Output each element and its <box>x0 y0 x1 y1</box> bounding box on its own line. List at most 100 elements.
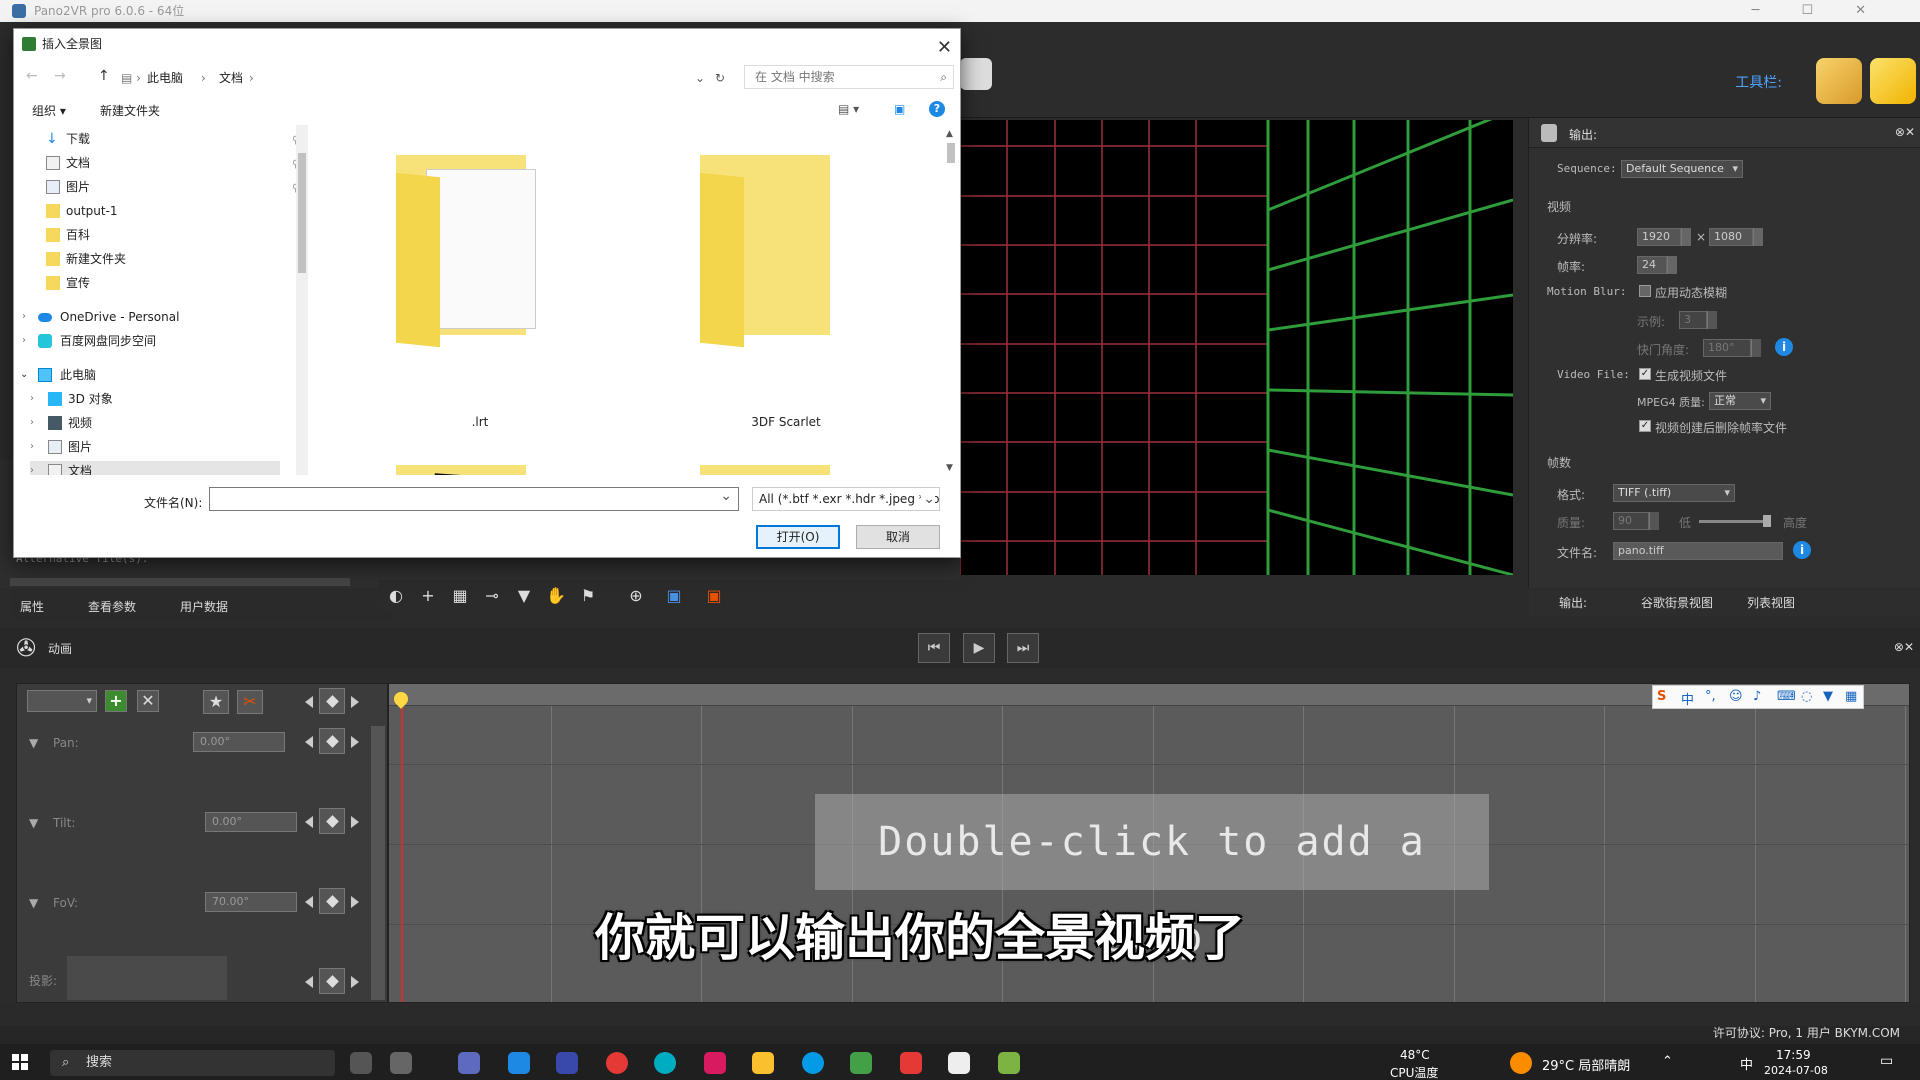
nav-item-documents[interactable]: 文档 ⚲ <box>46 153 299 173</box>
tab-output[interactable]: 输出: <box>1559 594 1587 611</box>
scroll-up-icon[interactable]: ▲ <box>946 129 953 139</box>
nav-item-output-1[interactable]: output-1 <box>46 201 286 221</box>
star-button[interactable]: ★ <box>203 690 229 714</box>
qq-browser-icon[interactable] <box>802 1052 824 1074</box>
clock-date[interactable]: 2024-07-08 <box>1764 1064 1828 1077</box>
add-clip-button[interactable]: + <box>105 690 127 712</box>
prev-keyframe-icon[interactable] <box>305 696 313 708</box>
breadcrumb-dropdown-icon[interactable]: ⌄ <box>695 66 705 90</box>
punct-icon[interactable]: °, <box>1705 689 1716 704</box>
fov-next-icon[interactable] <box>351 896 359 908</box>
view-options-icon[interactable]: ▤ ▾ <box>838 102 859 116</box>
toolbox-icon[interactable]: ▦ <box>1845 689 1857 704</box>
delete-frames-checkbox[interactable]: ✓ <box>1639 420 1651 432</box>
notification-icon[interactable]: ▭ <box>1880 1053 1893 1069</box>
fov-expand-icon[interactable]: ▼ <box>29 896 38 910</box>
up-icon[interactable]: ↑ <box>98 68 110 84</box>
next-keyframe-icon[interactable] <box>351 696 359 708</box>
fov-keyframe-button[interactable] <box>319 888 345 914</box>
shutter-spinner[interactable] <box>1751 339 1761 357</box>
forward-icon[interactable]: → <box>54 68 66 84</box>
nav-item-downloads[interactable]: ↓ 下载 ⚲ <box>46 129 299 149</box>
folder-3df-scarlet[interactable] <box>700 155 840 348</box>
search-icon[interactable]: ⌕ <box>940 66 947 88</box>
nav-scroll-thumb[interactable] <box>298 153 306 273</box>
file-type-select[interactable]: All (*.btf *.exr *.hdr *.jpeg *.jpg <box>752 487 940 511</box>
tab-street-view[interactable]: 谷歌街景视图 <box>1641 594 1713 611</box>
open-button[interactable]: 打开(O) <box>756 525 840 549</box>
quality-slider[interactable] <box>1699 520 1771 523</box>
track-scrollbar[interactable] <box>371 726 385 1000</box>
nav-item-pictures[interactable]: 图片 ⚲ <box>46 177 299 197</box>
help-icon[interactable]: ? <box>929 101 945 117</box>
back-icon[interactable]: ← <box>26 68 38 84</box>
edge-icon[interactable] <box>654 1052 676 1074</box>
hand-icon[interactable]: ✋ <box>546 586 566 606</box>
chrome-icon[interactable] <box>606 1052 628 1074</box>
wechat-icon[interactable] <box>850 1052 872 1074</box>
weather-icon[interactable] <box>1510 1052 1532 1074</box>
nav-item-this-pc[interactable]: ⌄ 此电脑 <box>20 365 280 385</box>
nav-item-onedrive[interactable]: › OneDrive - Personal <box>22 307 282 327</box>
shutter-info-icon[interactable]: i <box>1775 338 1793 356</box>
tab-view-params[interactable]: 查看参数 <box>88 598 136 615</box>
mpeg4-select[interactable]: 正常 <box>1709 392 1771 410</box>
keyframe-button[interactable] <box>319 688 345 714</box>
chevron-up-icon[interactable]: ⌃ <box>1662 1054 1673 1069</box>
panorama-viewport[interactable] <box>960 120 1513 575</box>
keyboard-icon[interactable]: ⌨ <box>1777 689 1796 704</box>
chevron-right-icon[interactable]: › <box>22 331 26 351</box>
horizon-icon[interactable]: ⊸ <box>482 586 502 606</box>
nav-item-baidu[interactable]: › 百度网盘同步空间 <box>22 331 282 351</box>
shirt-icon[interactable]: ▼ <box>1823 689 1833 704</box>
projection-next-icon[interactable] <box>351 976 359 988</box>
breadcrumb-documents[interactable]: 文档 <box>219 66 243 90</box>
chevron-right-icon[interactable]: › <box>22 307 26 327</box>
taskbar-search[interactable]: ⌕ 搜索 <box>50 1050 335 1076</box>
filename-info-icon[interactable]: i <box>1793 541 1811 559</box>
tab-user-data[interactable]: 用户数据 <box>180 598 228 615</box>
nav-item-videos[interactable]: › 视频 <box>30 413 280 433</box>
pan-value[interactable]: 0.00° <box>193 732 285 752</box>
nav-item-3d-objects[interactable]: › 3D 对象 <box>30 389 280 409</box>
add-clip-hint[interactable]: Double-click to add a clip <box>815 794 1489 961</box>
shutter-input[interactable]: 180° <box>1703 339 1751 357</box>
app-red-icon[interactable] <box>900 1052 922 1074</box>
crosshair-icon[interactable]: + <box>418 586 438 606</box>
tilt-expand-icon[interactable]: ▼ <box>29 816 38 830</box>
clock-time[interactable]: 17:59 <box>1776 1048 1811 1062</box>
tilt-next-icon[interactable] <box>351 816 359 828</box>
filename-input[interactable] <box>209 487 739 511</box>
tab-list-view[interactable]: 列表视图 <box>1747 594 1795 611</box>
grid-icon[interactable]: ▦ <box>450 586 470 606</box>
blue-frame-icon[interactable]: ▣ <box>664 586 684 606</box>
app-photos-icon[interactable] <box>458 1052 480 1074</box>
samples-spinner[interactable] <box>1707 311 1717 329</box>
sequence-select[interactable]: Default Sequence <box>1621 160 1743 178</box>
breadcrumb-this-pc[interactable]: 此电脑 <box>147 66 183 90</box>
mail-icon[interactable] <box>508 1052 530 1074</box>
search-input[interactable]: 在 文档 中搜索 ⌕ <box>744 65 954 89</box>
emoji-icon[interactable]: ☺ <box>1729 689 1743 704</box>
flag-icon[interactable]: ⚑ <box>578 586 598 606</box>
chevron-right-icon[interactable]: › <box>30 437 34 457</box>
tools-button[interactable]: ✂ <box>237 690 263 714</box>
video-file-checkbox[interactable]: ✓ <box>1639 368 1651 380</box>
height-spinner[interactable] <box>1753 228 1763 246</box>
compass-icon[interactable]: ◐ <box>386 586 406 606</box>
ime-toolbar[interactable]: S 中 °, ☺ ♪ ⌨ ◌ ▼ ▦ <box>1652 685 1864 709</box>
red-frame-icon[interactable]: ▣ <box>704 586 724 606</box>
filename-input[interactable]: pano.tiff <box>1613 542 1783 560</box>
projection-value[interactable] <box>67 956 227 1000</box>
folder-lrt-label[interactable]: .lrt <box>390 415 570 429</box>
fov-prev-icon[interactable] <box>305 896 313 908</box>
widgets-icon[interactable] <box>390 1052 412 1074</box>
scroll-down-icon[interactable]: ▼ <box>946 463 953 473</box>
quality-slider-handle[interactable] <box>1763 515 1771 527</box>
folder-partial[interactable] <box>700 465 830 475</box>
chevron-right-icon[interactable]: › <box>30 461 34 475</box>
instagram-icon[interactable] <box>704 1052 726 1074</box>
nav-item-promo[interactable]: 宣传 <box>46 273 286 293</box>
chevron-down-icon[interactable]: ⌄ <box>20 365 28 385</box>
tilt-value[interactable]: 0.00° <box>205 812 297 832</box>
